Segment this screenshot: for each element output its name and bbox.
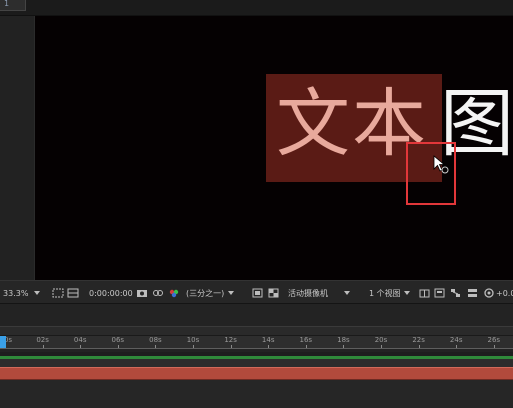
ruler-tick-label: 08s (149, 336, 162, 344)
layers-icon (468, 289, 477, 297)
checker-icon (268, 288, 279, 298)
pixel-aspect-icon (419, 289, 430, 298)
playhead-indicator[interactable] (0, 336, 6, 348)
resolution-dropdown[interactable]: (三分之一) (186, 281, 235, 305)
timeline-icon (434, 288, 445, 298)
flowchart-icon (451, 289, 460, 297)
timeline-empty-area (0, 380, 513, 408)
ruler-tick-label: 20s (374, 336, 388, 344)
chevron-down-icon[interactable] (403, 291, 410, 295)
reset-exposure-button[interactable] (484, 281, 494, 305)
composition-tab-label: 1 (4, 0, 10, 8)
timecode-display[interactable]: 0:00:00:00 (89, 281, 133, 305)
region-icon (52, 288, 64, 298)
ruler-tick-label: 14s (261, 336, 275, 344)
chevron-down-icon[interactable] (228, 291, 235, 295)
rgb-icon (169, 289, 179, 298)
safe-area-button[interactable] (67, 281, 79, 305)
timecode-value: 0:00:00:00 (89, 288, 133, 298)
ae-window: 1 文本 图 33.3% 0:00:00:00 (三分之一) 活动摄像机 1 个… (0, 0, 513, 408)
ruler-tick-label: 10s (186, 336, 200, 344)
views-value: 1 个视图 (369, 288, 401, 298)
mouse-cursor-icon (433, 155, 449, 174)
layer-track-gap (0, 359, 513, 367)
ruler-tick-label: 26s (487, 336, 501, 344)
ruler-tick-label: 06s (111, 336, 125, 344)
timeline-header (0, 304, 513, 326)
exposure-icon (484, 288, 494, 298)
left-panel (0, 16, 35, 280)
link-icon (153, 290, 163, 296)
composition-tab[interactable]: 1 (0, 0, 26, 11)
channels-button[interactable] (168, 281, 180, 305)
snapshot-button[interactable] (136, 281, 148, 305)
panel-tab-bar: 1 (0, 0, 513, 16)
show-snapshot-button[interactable] (152, 281, 164, 305)
flowchart-button[interactable] (450, 281, 461, 305)
transparency-grid-button[interactable] (268, 281, 279, 305)
ruler-baseline (0, 348, 513, 352)
zoom-control[interactable]: 33.3% (3, 281, 41, 305)
preview-icon (252, 288, 263, 298)
ruler-tick-label: 02s (36, 336, 49, 344)
chevron-down-icon[interactable] (344, 291, 350, 295)
camera-icon (137, 290, 147, 297)
grid-icon (67, 288, 79, 298)
time-ruler[interactable]: 0s 02s 04s 06s 08s 10s 12s 14s 16s 18s 20s 22s 24s 26… (0, 336, 513, 348)
exposure-value-field[interactable]: +0.0 (496, 281, 513, 305)
ruler-tick-label: 04s (73, 336, 87, 344)
views-dropdown[interactable]: 1 个视图 (369, 281, 410, 305)
camera-dropdown[interactable]: 活动摄像机 (288, 281, 350, 305)
resolution-value: (三分之一) (186, 288, 225, 298)
ruler-tick-label: 12s (224, 336, 237, 344)
layer-panel-button[interactable] (467, 281, 478, 305)
viewer-toolbar: 33.3% 0:00:00:00 (三分之一) 活动摄像机 1 个视图 +0.0 (0, 280, 513, 304)
exposure-value: +0.0 (496, 288, 513, 298)
ruler-tick-label: 22s (412, 336, 425, 344)
layer-duration-bar[interactable] (0, 367, 513, 380)
work-area-bar[interactable] (0, 326, 513, 336)
fast-preview-button[interactable] (252, 281, 263, 305)
zoom-value: 33.3% (3, 288, 29, 298)
composition-viewer[interactable]: 文本 图 (35, 16, 513, 280)
region-of-interest-button[interactable] (52, 281, 64, 305)
ruler-tick-label: 18s (337, 336, 350, 344)
ruler-tick-label: 24s (449, 336, 463, 344)
chevron-down-icon[interactable] (34, 291, 41, 295)
timeline-button[interactable] (434, 281, 445, 305)
ruler-tick-label: 16s (299, 336, 313, 344)
toggle-pixel-aspect-button[interactable] (419, 281, 430, 305)
camera-value: 活动摄像机 (288, 288, 328, 298)
